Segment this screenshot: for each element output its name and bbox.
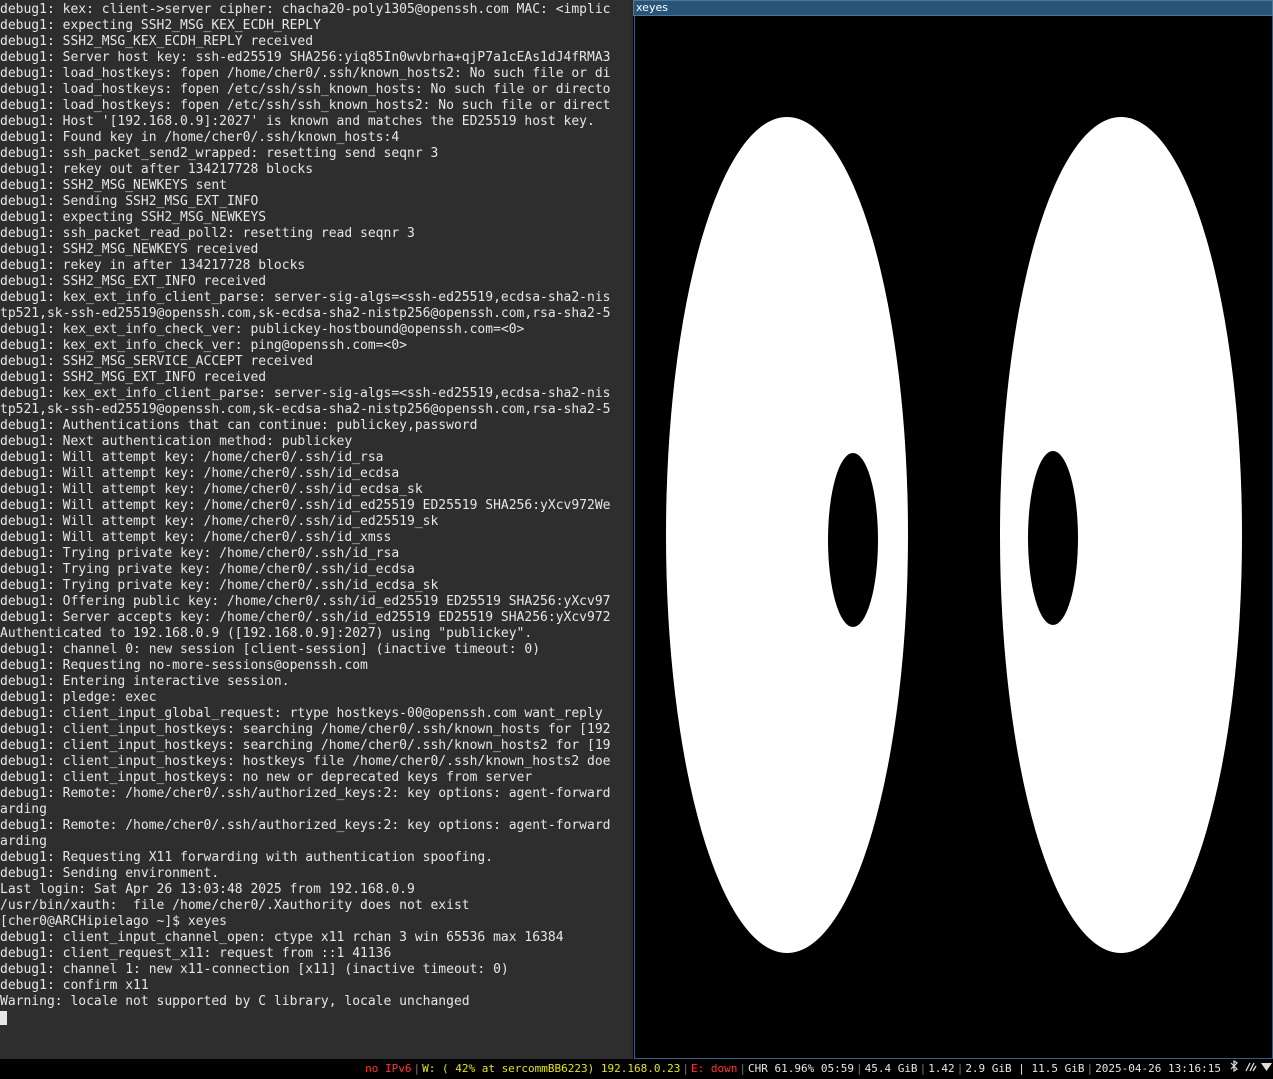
- terminal-line: Last login: Sat Apr 26 13:03:48 2025 fro…: [0, 882, 415, 897]
- terminal-line: debug1: expecting SSH2_MSG_NEWKEYS: [0, 210, 267, 225]
- terminal-line: debug1: rekey out after 134217728 blocks: [0, 162, 314, 177]
- terminal-line: debug1: pledge: exec: [0, 690, 157, 705]
- terminal-line: [cher0@ARCHipielago ~]$ xeyes: [0, 914, 227, 929]
- terminal-line: debug1: Remote: /home/cher0/.ssh/authori…: [0, 786, 611, 801]
- terminal-line: debug1: load_hostkeys: fopen /etc/ssh/ss…: [0, 98, 611, 113]
- terminal-line: debug1: SSH2_MSG_EXT_INFO received: [0, 274, 267, 289]
- terminal-line: debug1: kex: client->server cipher: chac…: [0, 2, 611, 17]
- terminal-line: tp521,sk-ssh-ed25519@openssh.com,sk-ecds…: [0, 306, 611, 321]
- terminal-line: debug1: SSH2_MSG_NEWKEYS received: [0, 242, 259, 257]
- terminal-line: tp521,sk-ssh-ed25519@openssh.com,sk-ecds…: [0, 402, 611, 417]
- terminal-line: debug1: channel 0: new session [client-s…: [0, 642, 541, 657]
- terminal-line: Warning: locale not supported by C libra…: [0, 994, 470, 1009]
- terminal-line: debug1: Next authentication method: publ…: [0, 434, 353, 449]
- terminal-line: debug1: load_hostkeys: fopen /etc/ssh/ss…: [0, 82, 611, 97]
- status-separator: |: [739, 1062, 746, 1075]
- terminal-line: debug1: Trying private key: /home/cher0/…: [0, 578, 439, 593]
- terminal-window[interactable]: debug1: kex: client->server cipher: chac…: [0, 0, 630, 1059]
- terminal-line: debug1: Authentications that can continu…: [0, 418, 478, 433]
- terminal-line: debug1: load_hostkeys: fopen /home/cher0…: [0, 66, 611, 81]
- terminal-line: debug1: ssh_packet_read_poll2: resetting…: [0, 226, 415, 241]
- status-separator: |: [956, 1062, 964, 1075]
- terminal-line: debug1: client_input_hostkeys: searching…: [0, 722, 611, 737]
- status-memory: 2.9 GiB | 11.5 GiB: [965, 1062, 1085, 1075]
- bluetooth-icon[interactable]: [1229, 1059, 1239, 1079]
- terminal-line: debug1: Server host key: ssh-ed25519 SHA…: [0, 50, 611, 65]
- terminal-line: debug1: Will attempt key: /home/cher0/.s…: [0, 514, 439, 529]
- terminal-line: arding: [0, 802, 47, 817]
- status-separator: |: [682, 1062, 689, 1075]
- terminal-line: debug1: client_input_hostkeys: hostkeys …: [0, 754, 611, 769]
- terminal-line: debug1: client_request_x11: request from…: [0, 946, 392, 961]
- terminal-line: debug1: Remote: /home/cher0/.ssh/authori…: [0, 818, 611, 833]
- terminal-line: debug1: Sending SSH2_MSG_EXT_INFO: [0, 194, 259, 209]
- terminal-line: debug1: Will attempt key: /home/cher0/.s…: [0, 498, 611, 513]
- terminal-line: debug1: Found key in /home/cher0/.ssh/kn…: [0, 130, 400, 145]
- network-icon[interactable]: [1245, 1059, 1257, 1079]
- status-load: 1.42: [928, 1062, 955, 1075]
- terminal-line: debug1: Sending environment.: [0, 866, 220, 881]
- status-ethernet: E: down: [691, 1062, 738, 1075]
- terminal-line: debug1: Server accepts key: /home/cher0/…: [0, 610, 611, 625]
- terminal-line: debug1: rekey in after 134217728 blocks: [0, 258, 306, 273]
- terminal-line: debug1: expecting SSH2_MSG_KEX_ECDH_REPL…: [0, 18, 321, 33]
- wifi-icon[interactable]: [1261, 1059, 1272, 1079]
- terminal-line: debug1: client_input_hostkeys: no new or…: [0, 770, 533, 785]
- terminal-line: debug1: SSH2_MSG_SERVICE_ACCEPT received: [0, 354, 314, 369]
- terminal-line: debug1: Will attempt key: /home/cher0/.s…: [0, 530, 392, 545]
- status-bar: no IPv6 | W: ( 42% at sercommBB6223) 192…: [0, 1059, 1273, 1079]
- right-pupil: [1028, 451, 1078, 625]
- terminal-line: debug1: kex_ext_info_check_ver: publicke…: [0, 322, 525, 337]
- terminal-line: debug1: client_input_global_request: rty…: [0, 706, 603, 721]
- status-separator: |: [919, 1062, 927, 1075]
- xeyes-window[interactable]: xeyes: [633, 0, 1273, 1059]
- status-separator: |: [413, 1062, 421, 1075]
- terminal-line: debug1: Requesting X11 forwarding with a…: [0, 850, 494, 865]
- status-ipv6: no IPv6: [365, 1062, 412, 1075]
- status-battery: CHR 61.96% 05:59: [747, 1062, 854, 1075]
- status-separator: |: [1086, 1062, 1094, 1075]
- terminal-line: debug1: ssh_packet_send2_wrapped: resett…: [0, 146, 439, 161]
- terminal-line: arding: [0, 834, 47, 849]
- xeyes-canvas: [634, 16, 1273, 1059]
- system-tray: [1229, 1059, 1272, 1079]
- terminal-output: debug1: kex: client->server cipher: chac…: [0, 2, 630, 1010]
- status-separator: |: [855, 1062, 863, 1075]
- terminal-line: debug1: Will attempt key: /home/cher0/.s…: [0, 466, 400, 481]
- left-pupil: [828, 453, 878, 627]
- window-title: xeyes: [636, 1, 668, 14]
- terminal-line: debug1: Will attempt key: /home/cher0/.s…: [0, 482, 423, 497]
- terminal-line: debug1: client_input_channel_open: ctype…: [0, 930, 564, 945]
- terminal-line: debug1: SSH2_MSG_NEWKEYS sent: [0, 178, 227, 193]
- status-wireless: W: ( 42% at sercommBB6223) 192.168.0.23: [422, 1062, 681, 1075]
- terminal-line: debug1: Requesting no-more-sessions@open…: [0, 658, 368, 673]
- terminal-line: debug1: kex_ext_info_client_parse: serve…: [0, 290, 611, 305]
- status-datetime: 2025-04-26 13:16:15: [1095, 1062, 1221, 1075]
- terminal-line: debug1: SSH2_MSG_EXT_INFO received: [0, 370, 267, 385]
- status-disk: 45.4 GiB: [864, 1062, 918, 1075]
- terminal-line: debug1: confirm x11: [0, 978, 149, 993]
- terminal-line: debug1: kex_ext_info_client_parse: serve…: [0, 386, 611, 401]
- terminal-line: debug1: Offering public key: /home/cher0…: [0, 594, 611, 609]
- terminal-line: debug1: kex_ext_info_check_ver: ping@ope…: [0, 338, 407, 353]
- terminal-line: debug1: channel 1: new x11-connection [x…: [0, 962, 509, 977]
- terminal-line: debug1: Trying private key: /home/cher0/…: [0, 562, 415, 577]
- terminal-line: debug1: Trying private key: /home/cher0/…: [0, 546, 400, 561]
- terminal-line: /usr/bin/xauth: file /home/cher0/.Xautho…: [0, 898, 470, 913]
- terminal-line: Authenticated to 192.168.0.9 ([192.168.0…: [0, 626, 533, 641]
- terminal-line: debug1: client_input_hostkeys: searching…: [0, 738, 611, 753]
- xeyes-titlebar[interactable]: xeyes: [633, 0, 1273, 16]
- eyes-drawing: [666, 117, 1242, 953]
- terminal-line: debug1: SSH2_MSG_KEX_ECDH_REPLY received: [0, 34, 314, 49]
- terminal-line: debug1: Will attempt key: /home/cher0/.s…: [0, 450, 384, 465]
- terminal-line: debug1: Entering interactive session.: [0, 674, 290, 689]
- terminal-line: debug1: Host '[192.168.0.9]:2027' is kno…: [0, 114, 595, 129]
- terminal-cursor: [0, 1011, 7, 1025]
